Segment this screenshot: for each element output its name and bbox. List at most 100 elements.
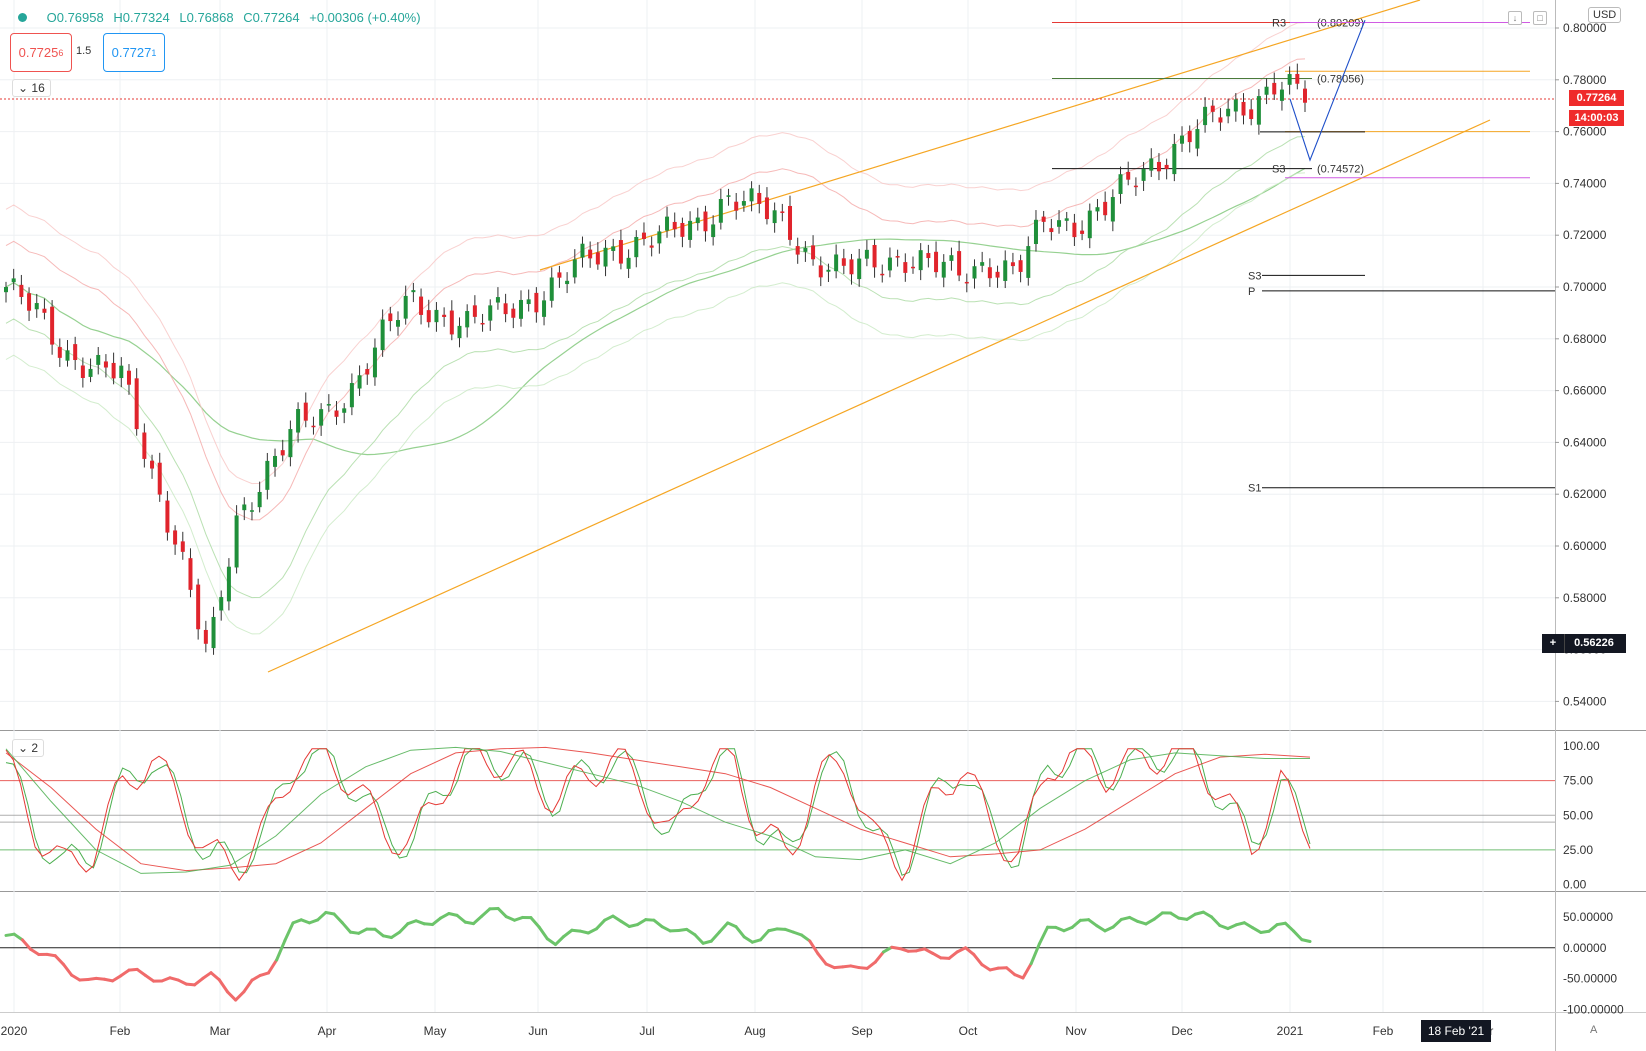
ma-slow-line [5,167,1306,456]
candle-body [534,292,539,313]
momentum-segment [225,990,238,1002]
candle-body [1110,197,1115,222]
momentum-segment [537,925,549,941]
momentum-segment [143,973,156,983]
indicators-collapse-button[interactable]: ⌄ 16 [12,79,51,97]
candle-body [1279,89,1284,101]
candle-body [342,408,347,413]
candle-body [711,224,716,238]
candle-body [480,322,485,325]
candle-body [126,370,131,385]
momentum-segment [53,954,65,966]
channel-lower-line [267,119,1491,673]
indicator-count: 16 [31,81,45,95]
momentum-segment [471,914,484,926]
candle-body [565,280,570,285]
momentum-segment [972,952,984,967]
candle-body [803,247,808,252]
candle-body [880,273,885,276]
candle-body [734,201,739,211]
candle-body [772,210,777,224]
candle-body [626,257,631,269]
candle-body [680,222,685,237]
candle-body [1003,260,1008,281]
y-tick-label: 0.66000 [1563,384,1607,398]
candle-body [280,450,285,456]
chart-canvas[interactable]: R3 (0.80209)(0.78056)S3 (0.74572)S3PS1 202… [0,0,1646,1051]
buy-button[interactable]: 0.7727 1 [103,33,165,72]
high-value: H0.77324 [113,10,170,25]
candle-body [964,281,969,284]
arrow-down-icon[interactable]: ↓ [1508,11,1522,25]
auto-scale-icon[interactable]: A [1590,1024,1597,1036]
buy-price: 0.7727 [111,45,152,60]
candle-body [42,308,47,313]
stoch-slow-green-line [5,746,1310,874]
candle-body [334,410,339,417]
currency-button[interactable]: USD [1588,7,1622,23]
r3-level-line-label: R3 [1272,18,1286,30]
forecast-path [1289,20,1366,162]
candle-body [157,462,162,495]
candle-body [1010,262,1015,267]
x-tick-label: Apr [318,1024,337,1038]
candle-body [273,455,278,467]
candle-body [580,243,585,258]
momentum-y-tick-label: -50.00000 [1563,972,1617,986]
spread-value: 1.5 [76,45,92,57]
candle-body [80,365,85,379]
momentum-segment [865,960,877,970]
candle-body [434,309,439,323]
candle-body [595,252,600,265]
momentum-segment [652,918,664,929]
candle-body [19,284,24,297]
candle-body [795,246,800,255]
momentum-segment [562,928,574,939]
momentum-segment [1021,962,1033,980]
candle-body [695,217,700,224]
candle-body [864,249,869,259]
momentum-segment [209,971,221,982]
candle-body [1095,207,1100,212]
candle-body [1057,220,1062,227]
candle-body [549,277,554,301]
stoch-collapse-button[interactable]: ⌄ 2 [12,739,45,757]
stoch-y-tick-label: 100.00 [1563,739,1600,753]
candle-body [1133,185,1138,188]
candle-body [472,305,477,317]
momentum-segment [480,907,492,918]
momentum-segment [1283,921,1296,933]
channel-upper-line [539,0,1421,271]
candle-body [96,354,101,365]
candle-body [518,299,523,319]
candle-body [903,262,908,273]
plus-icon[interactable]: + [1542,634,1565,653]
candle-body [380,319,385,351]
candle-body [895,256,900,258]
candle-body [1256,96,1261,125]
momentum-segment [964,946,976,956]
stoch-k-line [5,748,1311,876]
momentum-segment [340,921,352,934]
momentum-y-tick-label: 50.00000 [1563,910,1613,924]
candle-body [134,378,139,430]
x-tick-label: Jun [528,1024,547,1038]
sell-button[interactable]: 0.7725 6 [10,33,72,72]
maximize-icon[interactable]: □ [1533,11,1547,25]
y-tick-label: 0.74000 [1563,176,1607,190]
candle-body [319,409,324,426]
candle-body [265,460,270,490]
candle-body [111,362,116,379]
candle-body [150,460,155,469]
sell-price-sup: 6 [58,47,64,58]
candle-body [603,247,608,267]
candle-body [365,369,370,375]
countdown-badge: 14:00:03 [1569,110,1624,126]
candle-body [641,232,646,240]
candle-body [949,255,954,261]
candle-body [1103,201,1108,216]
crosshair-price: 0.56226 [1574,637,1614,649]
candle-body [934,251,939,273]
candle-body [1033,219,1038,245]
open-value: O0.76958 [46,10,104,25]
